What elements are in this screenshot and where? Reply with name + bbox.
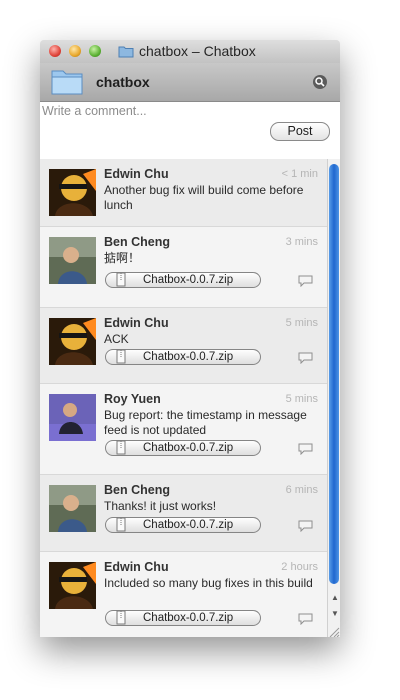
message-time: 3 mins	[285, 236, 318, 248]
avatar	[49, 562, 96, 609]
comment-icon[interactable]	[298, 442, 313, 460]
comment-icon[interactable]	[298, 612, 313, 630]
post-button[interactable]: Post	[270, 122, 330, 141]
resize-grip-icon[interactable]	[327, 625, 340, 637]
scroll-thumb[interactable]	[329, 164, 339, 584]
message-text: ACK	[104, 332, 129, 346]
message-time: 2 hours	[281, 561, 318, 573]
window-title-area: chatbox – Chatbox	[118, 43, 256, 61]
message-feed: Edwin Chu < 1 min Another bug fix will b…	[40, 159, 327, 637]
message-text: Thanks! it just works!	[104, 499, 217, 513]
message-item: Ben Cheng 3 mins 掂啊！ Chatbox-0.0.7.zip	[40, 227, 327, 308]
zip-file-icon	[116, 349, 126, 369]
attachment-name: Chatbox-0.0.7.zip	[143, 274, 234, 286]
attachment-name: Chatbox-0.0.7.zip	[143, 612, 234, 624]
message-text: 掂啊！	[104, 251, 141, 265]
message-author: Edwin Chu	[104, 560, 169, 574]
message-time: 5 mins	[285, 393, 318, 405]
avatar	[49, 169, 96, 216]
chatbox-window: chatbox – Chatbox chatbox Post Edwin Chu…	[40, 40, 340, 637]
attachment-name: Chatbox-0.0.7.zip	[143, 442, 234, 454]
avatar	[49, 394, 96, 441]
attachment-button[interactable]: Chatbox-0.0.7.zip	[105, 272, 261, 288]
comment-input[interactable]	[40, 102, 340, 120]
folder-icon	[118, 44, 134, 61]
message-time: 6 mins	[285, 484, 318, 496]
message-author: Ben Cheng	[104, 483, 170, 497]
zip-file-icon	[116, 440, 126, 460]
message-item: Edwin Chu 5 mins ACK Chatbox-0.0.7.zip	[40, 308, 327, 384]
comment-icon[interactable]	[298, 351, 313, 369]
attachment-button[interactable]: Chatbox-0.0.7.zip	[105, 610, 261, 626]
attachment-button[interactable]: Chatbox-0.0.7.zip	[105, 440, 261, 456]
message-author: Edwin Chu	[104, 167, 169, 181]
zip-file-icon	[116, 610, 126, 630]
zip-file-icon	[116, 517, 126, 537]
minimize-window-button[interactable]	[69, 45, 81, 57]
comment-icon[interactable]	[298, 274, 313, 292]
message-time: < 1 min	[281, 168, 318, 180]
attachment-button[interactable]: Chatbox-0.0.7.zip	[105, 517, 261, 533]
message-item: Ben Cheng 6 mins Thanks! it just works! …	[40, 475, 327, 552]
message-item: Roy Yuen 5 mins Bug report: the timestam…	[40, 384, 327, 475]
zip-file-icon	[116, 272, 126, 292]
project-name: chatbox	[96, 74, 150, 90]
message-author: Roy Yuen	[104, 392, 161, 406]
close-window-button[interactable]	[49, 45, 61, 57]
window-title: chatbox – Chatbox	[139, 43, 256, 59]
message-item: Edwin Chu 2 hours Included so many bug f…	[40, 552, 327, 637]
scroll-down-arrow-icon[interactable]: ▼	[331, 609, 339, 618]
avatar	[49, 237, 96, 284]
message-text: Another bug fix will build come before l…	[104, 183, 304, 212]
attachment-name: Chatbox-0.0.7.zip	[143, 351, 234, 363]
title-bar[interactable]: chatbox – Chatbox	[40, 40, 340, 63]
vertical-scrollbar[interactable]: ▲ ▼	[327, 159, 340, 637]
message-author: Edwin Chu	[104, 316, 169, 330]
avatar	[49, 318, 96, 365]
message-author: Ben Cheng	[104, 235, 170, 249]
search-icon[interactable]	[313, 75, 327, 89]
attachment-name: Chatbox-0.0.7.zip	[143, 519, 234, 531]
message-text: Bug report: the timestamp in message fee…	[104, 408, 307, 437]
scroll-up-arrow-icon[interactable]: ▲	[331, 593, 339, 602]
attachment-button[interactable]: Chatbox-0.0.7.zip	[105, 349, 261, 365]
comment-icon[interactable]	[298, 519, 313, 537]
message-item: Edwin Chu < 1 min Another bug fix will b…	[40, 159, 327, 227]
message-text: Included so many bug fixes in this build	[104, 576, 313, 590]
message-time: 5 mins	[285, 317, 318, 329]
project-folder-icon	[50, 66, 84, 101]
zoom-window-button[interactable]	[89, 45, 101, 57]
project-header: chatbox	[40, 63, 340, 102]
avatar	[49, 485, 96, 532]
